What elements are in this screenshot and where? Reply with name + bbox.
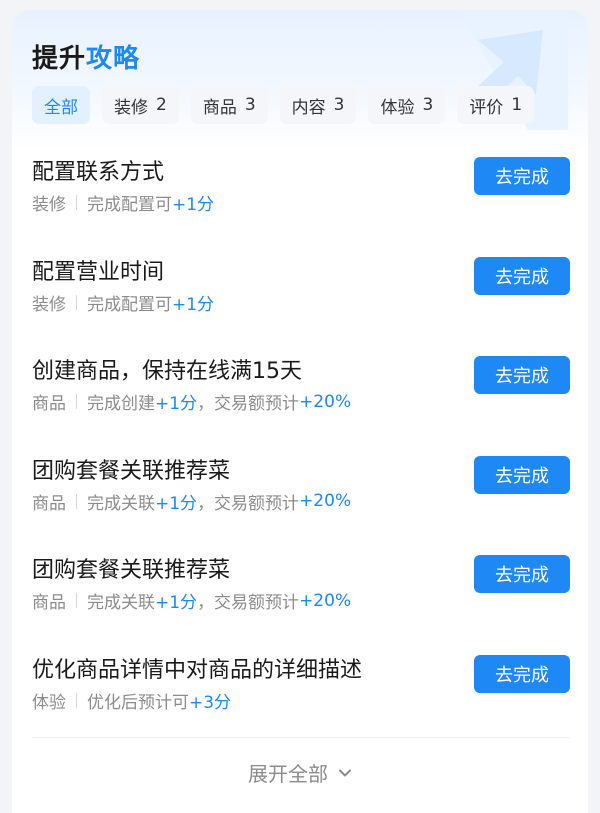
tab-label: 评价 [469, 97, 504, 118]
task-desc: 优化后预计可 [87, 692, 189, 713]
task-subtitle: 商品 完成关联 +1分 ，交易额预计 +20% [32, 588, 352, 614]
complete-button[interactable]: 去完成 [474, 654, 570, 693]
task-gain: +3分 [189, 692, 232, 713]
tab-reviews[interactable]: 评价 1 [457, 86, 535, 124]
page-title: 提升攻略 [32, 38, 140, 75]
task-subtitle: 商品 完成关联 +1分 ，交易额预计 +20% [32, 489, 351, 514]
title-part-1: 提升 [32, 44, 87, 74]
task-desc: 完成配置可 [87, 294, 172, 315]
expand-all-label: 展开全部 [248, 762, 328, 786]
task-item: 优化商品详情中对商品的详细描述 体验 优化后预计可 +3分 去完成 [12, 648, 588, 748]
task-desc: 完成创建 [87, 394, 155, 414]
task-category: 商品 [32, 493, 66, 514]
task-title: 配置联系方式 [32, 160, 165, 185]
chevron-down-icon [339, 769, 351, 776]
task-subtitle: 商品 完成创建 +1分 ，交易额预计 +20% [32, 389, 352, 415]
separator [76, 195, 77, 210]
task-gain: +1分 [155, 593, 198, 613]
card-header: 提升攻略 全部 装修 2 商品 3 内容 3 体验 3 评价 1 [12, 10, 588, 150]
task-subtitle: 装修 完成配置可 +1分 [32, 190, 214, 215]
task-item: 配置联系方式 装修 完成配置可 +1分 去完成 [12, 150, 588, 250]
task-category: 装修 [32, 294, 66, 315]
task-extra-gain: +20% [299, 491, 352, 511]
task-subtitle: 体验 优化后预计可 +3分 [32, 688, 231, 713]
tab-label: 商品 [202, 97, 237, 118]
separator [76, 294, 77, 310]
task-extra-gain: +20% [299, 391, 352, 412]
separator [76, 593, 77, 608]
task-category: 体验 [32, 692, 66, 713]
tab-all[interactable]: 全部 [32, 86, 90, 124]
complete-button[interactable]: 去完成 [474, 157, 570, 195]
category-tabs: 全部 装修 2 商品 3 内容 3 体验 3 评价 1 [32, 86, 535, 124]
task-subtitle: 装修 完成配置可 +1分 [32, 290, 214, 315]
complete-button[interactable]: 去完成 [474, 455, 570, 494]
task-title: 创建商品，保持在线满15天 [32, 359, 302, 384]
task-item: 创建商品，保持在线满15天 商品 完成创建 +1分 ，交易额预计 +20% 去完成 [12, 349, 588, 449]
separator [76, 692, 77, 708]
complete-button[interactable]: 去完成 [474, 555, 570, 593]
tab-label: 装修 [114, 97, 148, 118]
task-gain: +1分 [172, 294, 215, 315]
task-item: 配置营业时间 装修 完成配置可 +1分 去完成 [12, 250, 588, 350]
expand-all-button[interactable]: 展开全部 [12, 758, 588, 787]
tab-count: 3 [244, 95, 256, 115]
task-extra-text: ，交易额预计 [197, 493, 300, 514]
task-category: 装修 [32, 195, 66, 215]
task-extra-text: ，交易额预计 [197, 394, 300, 414]
tab-products[interactable]: 商品 3 [190, 86, 268, 124]
task-gain: +1分 [172, 195, 215, 215]
task-title: 团购套餐关联推荐菜 [32, 558, 231, 583]
task-gain: +1分 [155, 394, 198, 414]
complete-button[interactable]: 去完成 [474, 356, 570, 394]
task-list: 配置联系方式 装修 完成配置可 +1分 去完成 配置营业时间 装修 完成配置可 +1分 … [12, 150, 588, 747]
task-title: 配置营业时间 [32, 259, 165, 285]
tab-count: 3 [422, 95, 434, 115]
tab-decoration[interactable]: 装修 2 [102, 86, 179, 124]
tab-label: 体验 [380, 97, 415, 118]
task-extra-text: ，交易额预计 [197, 593, 300, 613]
complete-button[interactable]: 去完成 [474, 256, 570, 295]
strategy-card: 提升攻略 全部 装修 2 商品 3 内容 3 体验 3 评价 1 配置联系方式 [12, 10, 588, 813]
tab-count: 1 [511, 95, 523, 115]
footer-divider [32, 737, 570, 738]
tab-count: 2 [156, 95, 167, 115]
task-category: 商品 [32, 394, 66, 414]
task-category: 商品 [32, 593, 66, 613]
task-extra-gain: +20% [299, 590, 352, 611]
separator [76, 493, 77, 509]
task-title: 优化商品详情中对商品的详细描述 [32, 657, 363, 683]
task-item: 团购套餐关联推荐菜 商品 完成关联 +1分 ，交易额预计 +20% 去完成 [12, 449, 588, 549]
tab-experience[interactable]: 体验 3 [368, 86, 446, 124]
task-desc: 完成配置可 [87, 195, 172, 215]
tab-label: 全部 [44, 97, 78, 118]
title-part-2: 攻略 [86, 44, 141, 74]
tab-label: 内容 [291, 97, 326, 118]
task-desc: 完成关联 [87, 593, 155, 613]
task-title: 团购套餐关联推荐菜 [32, 458, 231, 484]
task-desc: 完成关联 [87, 493, 155, 514]
tab-count: 3 [333, 95, 345, 115]
task-item: 团购套餐关联推荐菜 商品 完成关联 +1分 ，交易额预计 +20% 去完成 [12, 548, 588, 648]
task-gain: +1分 [155, 493, 198, 514]
separator [76, 394, 77, 409]
tab-content[interactable]: 内容 3 [279, 86, 357, 124]
